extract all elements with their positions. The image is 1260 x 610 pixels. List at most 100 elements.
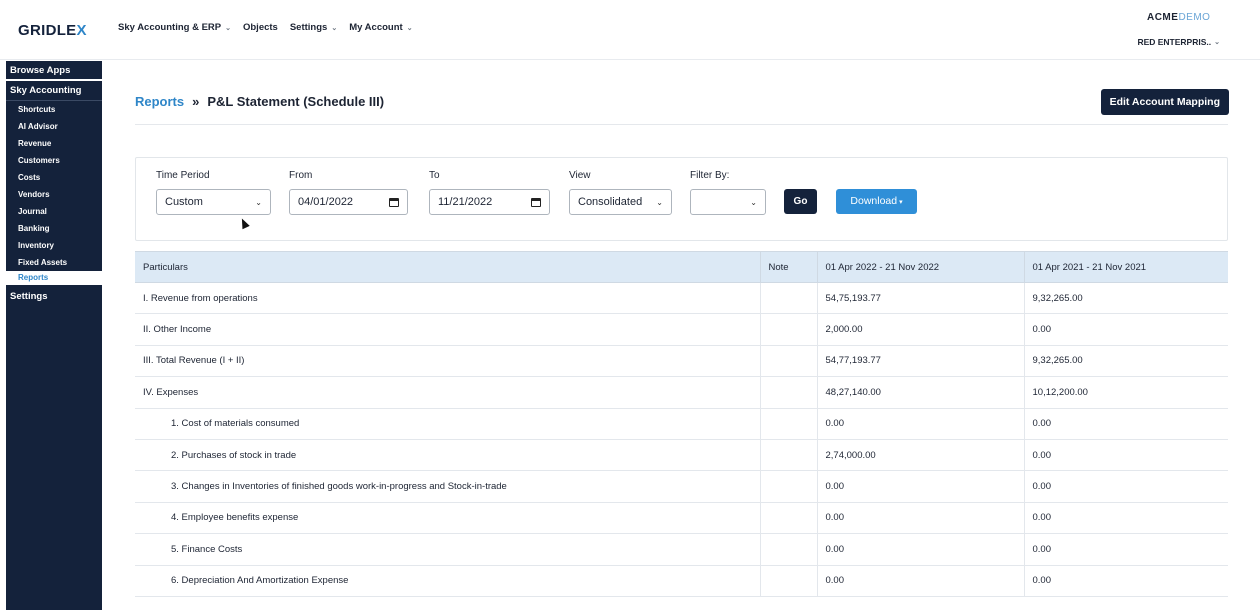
cell-note xyxy=(759,345,818,378)
column-header-note: Note xyxy=(759,251,818,283)
cell-note xyxy=(759,408,818,440)
nav-label: Sky Accounting & ERP xyxy=(118,22,222,33)
cell-previous-period: 0.00 xyxy=(1024,313,1228,346)
from-date-value: 04/01/2022 xyxy=(298,196,354,208)
cell-current-period: 0.00 xyxy=(817,533,1025,566)
nav-label: Objects xyxy=(242,22,278,33)
breadcrumb: Reports » P&L Statement (Schedule III) xyxy=(135,94,384,109)
calendar-icon[interactable] xyxy=(531,197,541,207)
table-row[interactable]: 6. Depreciation And Amortization Expense… xyxy=(135,565,1228,597)
sidebar-item-shortcuts[interactable]: Shortcuts xyxy=(6,101,102,118)
to-label: To xyxy=(429,170,440,181)
calendar-icon[interactable] xyxy=(389,197,399,207)
cell-note xyxy=(759,439,818,472)
table-row[interactable]: IV. Expenses 48,27,140.00 10,12,200.00 xyxy=(135,376,1228,409)
org-name: RED ENTERPRIS.. xyxy=(1137,37,1212,47)
download-label: Download xyxy=(850,195,898,207)
nav-sky-accounting-erp[interactable]: Sky Accounting & ERP ⌄ xyxy=(118,22,231,33)
view-label: View xyxy=(569,170,591,181)
page-title: P&L Statement (Schedule III) xyxy=(207,94,385,109)
cell-previous-period: 0.00 xyxy=(1024,408,1228,440)
account-switcher: ACMEDEMO RED ENTERPRIS.. ⌄ xyxy=(1137,12,1220,47)
table-row[interactable]: 2. Purchases of stock in trade 2,74,000.0… xyxy=(135,439,1228,472)
cell-previous-period: 0.00 xyxy=(1024,439,1228,472)
sidebar-item-fixed-assets[interactable]: Fixed Assets xyxy=(6,254,102,271)
cell-current-period: 48,27,140.00 xyxy=(817,376,1025,409)
sidebar-item-vendors[interactable]: Vendors xyxy=(6,186,102,203)
nav-settings[interactable]: Settings ⌄ xyxy=(290,22,337,33)
time-period-select[interactable]: Custom ⌄ xyxy=(156,189,271,215)
gridlex-logo[interactable]: GRIDLEX xyxy=(18,22,87,39)
cell-particulars: 6. Depreciation And Amortization Expense xyxy=(135,565,760,597)
cell-current-period: 54,75,193.77 xyxy=(817,282,1025,315)
breadcrumb-separator: » xyxy=(192,94,200,109)
cell-previous-period: 0.00 xyxy=(1024,533,1228,566)
table-row[interactable]: 4. Employee benefits expense 0.00 0.00 xyxy=(135,502,1228,535)
sidebar-item-journal[interactable]: Journal xyxy=(6,203,102,220)
column-header-previous-period: 01 Apr 2021 - 21 Nov 2021 xyxy=(1024,251,1228,283)
cell-previous-period: 10,12,200.00 xyxy=(1024,376,1228,409)
filter-panel: Time Period Custom ⌄ From 04/01/2022 To … xyxy=(135,157,1228,241)
chevron-down-icon: ⌄ xyxy=(331,24,338,32)
table-row[interactable]: II. Other Income 2,000.00 0.00 xyxy=(135,313,1228,346)
sidebar-item-ai-advisor[interactable]: AI Advisor xyxy=(6,118,102,135)
table-row[interactable]: I. Revenue from operations 54,75,193.77 9,… xyxy=(135,282,1228,315)
cell-current-period: 2,74,000.00 xyxy=(817,439,1025,472)
caret-down-icon: ▾ xyxy=(899,199,903,206)
cell-note xyxy=(759,565,818,597)
top-bar: GRIDLEX Sky Accounting & ERP ⌄ Objects Se… xyxy=(0,0,1260,60)
cell-current-period: 0.00 xyxy=(817,565,1025,597)
time-period-value: Custom xyxy=(165,196,203,208)
sidebar: Browse Apps Sky Accounting Shortcuts AI … xyxy=(6,61,102,610)
nav-label: My Account xyxy=(349,22,403,33)
cell-previous-period: 0.00 xyxy=(1024,502,1228,535)
view-value: Consolidated xyxy=(578,196,643,208)
cell-particulars: 1. Cost of materials consumed xyxy=(135,408,760,440)
logo-text: GRIDLE xyxy=(18,22,77,39)
cell-previous-period: 0.00 xyxy=(1024,470,1228,503)
org-selector[interactable]: RED ENTERPRIS.. ⌄ xyxy=(1137,37,1220,47)
sidebar-settings[interactable]: Settings xyxy=(6,287,102,307)
sidebar-sky-accounting[interactable]: Sky Accounting xyxy=(6,81,102,101)
brand-accent: DEMO xyxy=(1178,12,1211,23)
cell-particulars: II. Other Income xyxy=(135,313,760,346)
breadcrumb-reports-link[interactable]: Reports xyxy=(135,94,184,109)
table-row[interactable]: III. Total Revenue (I + II) 54,77,193.77 9… xyxy=(135,345,1228,378)
sidebar-item-reports[interactable]: Reports xyxy=(6,271,102,285)
nav-objects[interactable]: Objects xyxy=(243,22,278,33)
view-select[interactable]: Consolidated ⌄ xyxy=(569,189,672,215)
nav-my-account[interactable]: My Account ⌄ xyxy=(349,22,412,33)
sidebar-item-banking[interactable]: Banking xyxy=(6,220,102,237)
edit-account-mapping-button[interactable]: Edit Account Mapping xyxy=(1100,89,1229,115)
from-date-input[interactable]: 04/01/2022 xyxy=(289,189,408,215)
table-header-row: Particulars Note 01 Apr 2022 - 21 Nov 20… xyxy=(135,251,1228,283)
logo-accent: X xyxy=(76,22,87,39)
cell-particulars: 5. Finance Costs xyxy=(135,533,760,566)
to-date-input[interactable]: 11/21/2022 xyxy=(429,189,550,215)
table-row[interactable]: 1. Cost of materials consumed 0.00 0.00 xyxy=(135,408,1228,440)
table-row[interactable]: 3. Changes in Inventories of finished go… xyxy=(135,470,1228,503)
cell-previous-period: 9,32,265.00 xyxy=(1024,282,1228,315)
cell-note xyxy=(759,282,818,315)
cell-current-period: 0.00 xyxy=(817,502,1025,535)
sidebar-item-revenue[interactable]: Revenue xyxy=(6,135,102,152)
column-header-particulars: Particulars xyxy=(135,251,760,283)
filter-by-select[interactable]: ⌄ xyxy=(690,189,766,215)
filter-by-label: Filter By: xyxy=(690,170,730,181)
go-button[interactable]: Go xyxy=(784,189,817,214)
table-row[interactable]: 5. Finance Costs 0.00 0.00 xyxy=(135,533,1228,566)
cell-previous-period: 9,32,265.00 xyxy=(1024,345,1228,378)
cell-previous-period: 0.00 xyxy=(1024,565,1228,597)
sidebar-item-customers[interactable]: Customers xyxy=(6,152,102,169)
sidebar-item-inventory[interactable]: Inventory xyxy=(6,237,102,254)
chevron-down-icon: ⌄ xyxy=(225,24,231,32)
to-date-value: 11/21/2022 xyxy=(438,196,493,208)
brand-main: ACME xyxy=(1146,12,1179,23)
sidebar-item-costs[interactable]: Costs xyxy=(6,169,102,186)
time-period-label: Time Period xyxy=(156,170,210,181)
download-button[interactable]: Download ▾ xyxy=(836,189,917,214)
cell-current-period: 2,000.00 xyxy=(817,313,1025,346)
sidebar-browse-apps[interactable]: Browse Apps xyxy=(6,61,102,81)
cell-particulars: 4. Employee benefits expense xyxy=(135,502,760,535)
cell-note xyxy=(759,502,818,535)
